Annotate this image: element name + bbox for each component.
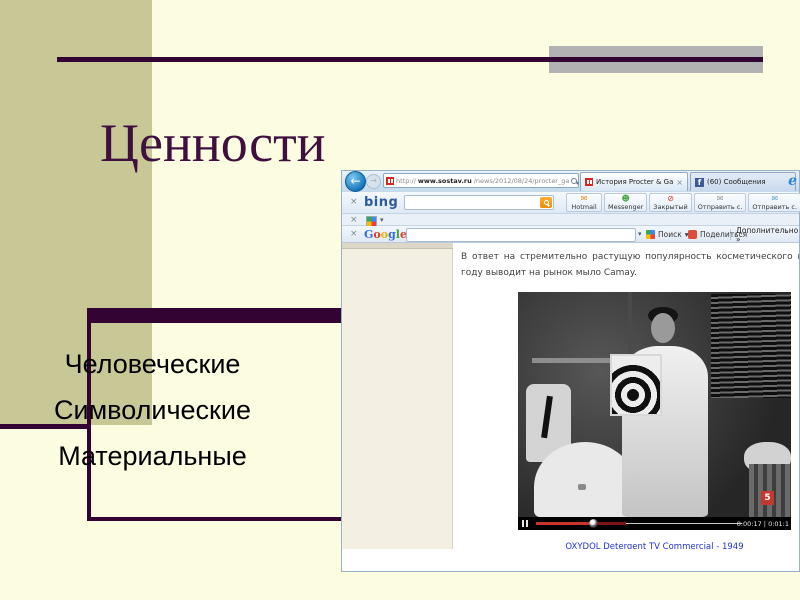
more-label: Дополнительно »: [736, 225, 799, 244]
value-item: Материальные: [58, 441, 247, 471]
window-blinds: [711, 294, 791, 398]
tab-title: (60) Сообщения: [707, 178, 766, 186]
bullseye-rings: [612, 360, 660, 414]
progress-played: [536, 522, 594, 525]
send-alt-icon: ✉: [771, 193, 779, 203]
article-area: В ответ на стремительно растущую популяр…: [454, 243, 799, 549]
video-controls: 0:00:17 | 0:01:1: [518, 517, 791, 530]
close-toolbar-icon[interactable]: ×: [350, 230, 358, 239]
back-button[interactable]: ←: [345, 171, 366, 192]
ie-logo-icon: e: [788, 173, 797, 189]
hotmail-button[interactable]: ✉ Hotmail: [566, 193, 602, 212]
page-sidebar: [342, 243, 453, 549]
google-g-icon: [646, 230, 655, 239]
facebook-icon: f: [695, 177, 704, 187]
video-time: 0:00:17 | 0:01:1: [736, 520, 789, 528]
progress-track[interactable]: [626, 523, 742, 524]
blocked-icon: ⊘: [667, 193, 674, 203]
chevron-down-icon[interactable]: ▾: [638, 230, 642, 238]
video-player[interactable]: 5 0:00:17 | 0:01:1: [518, 292, 791, 530]
forward-button[interactable]: →: [366, 174, 381, 189]
washing-machine: [534, 442, 636, 517]
paragraph-line: году выводит на рынок мыло Camay.: [461, 268, 637, 278]
values-list: Человеческие Символические Материальные: [10, 341, 295, 479]
bing-search-input[interactable]: [404, 195, 554, 210]
paragraph-line: В ответ на стремительно растущую популяр…: [461, 252, 799, 262]
button-label: Hotmail: [571, 202, 597, 211]
share-icon: [688, 230, 697, 239]
search-icon: [543, 200, 549, 205]
button-label: Messenger: [608, 202, 644, 211]
sostav-favicon: [386, 176, 394, 185]
video-caption-row: OXYDOL Detergent TV Commercial - 1949: [518, 534, 791, 549]
url-host: www.sostav.ru: [417, 176, 472, 185]
sidebar-header-strip: [342, 243, 453, 249]
addon-toolbar: × ▾: [342, 214, 799, 227]
video-frame: 5: [518, 292, 791, 517]
value-item: Человеческие: [64, 349, 241, 379]
messenger-icon: ☻: [621, 193, 630, 203]
google-logo[interactable]: Google: [364, 228, 407, 241]
pause-button[interactable]: [522, 520, 530, 527]
search-label: Поиск: [658, 230, 682, 239]
messenger-button[interactable]: ☻ Messenger: [604, 193, 648, 212]
button-label: Закрытый: [653, 202, 688, 211]
bing-toolbar: × bing ✉ Hotmail ☻ Messenger ⊘ Закрытый ✉ Отпра…: [342, 192, 800, 214]
value-item: Символические: [54, 395, 251, 425]
tab-facebook-messages[interactable]: f (60) Сообщения: [690, 172, 796, 191]
button-label: Отправить с.: [752, 202, 798, 211]
send-alt-button[interactable]: ✉ Отправить с.: [748, 193, 800, 212]
ie-navigation-bar: ← → http://www.sostav.ru/news/2012/08/24…: [342, 171, 799, 192]
address-bar[interactable]: http://www.sostav.ru/news/2012/08/24/pro…: [383, 173, 602, 188]
presentation-slide: Ценности Человеческие Символические Матери…: [0, 0, 800, 600]
chevron-down-icon[interactable]: ▾: [380, 216, 384, 224]
hotmail-icon: ✉: [580, 193, 588, 203]
more-options-button[interactable]: Дополнительно »: [736, 225, 799, 244]
video-caption-link[interactable]: OXYDOL Detergent TV Commercial - 1949: [565, 542, 743, 549]
close-icon[interactable]: ×: [676, 178, 683, 187]
browser-screenshot: ← → http://www.sostav.ru/news/2012/08/24…: [341, 170, 800, 572]
progress-handle[interactable]: [589, 519, 598, 528]
article-paragraph: В ответ на стремительно растущую популяр…: [461, 249, 799, 281]
url-path: /news/2012/08/24/procter_ga: [473, 176, 570, 185]
google-search-button[interactable]: Поиск ▾: [646, 228, 689, 241]
search-icon[interactable]: [571, 177, 578, 184]
webpage-content: В ответ на стремительно растущую популяр…: [342, 243, 799, 549]
bing-toolbar-buttons: ✉ Hotmail ☻ Messenger ⊘ Закрытый ✉ Отправить с.…: [566, 193, 800, 212]
bing-search-button[interactable]: [540, 197, 552, 208]
detergent-box: [610, 354, 662, 416]
send-icon: ✉: [716, 193, 724, 203]
google-search-input[interactable]: [406, 228, 636, 242]
washer-logo: [578, 484, 586, 490]
blocked-button[interactable]: ⊘ Закрытый: [649, 193, 692, 212]
tab-favicon: [585, 178, 593, 186]
slide-title: Ценности: [100, 113, 326, 173]
send-button[interactable]: ✉ Отправить с.: [693, 193, 747, 212]
notification-badge: 5: [761, 491, 774, 505]
google-toolbar: × Google ▾ Поиск ▾ Поделиться Дополнител…: [342, 225, 799, 244]
woman-head: [651, 313, 675, 343]
button-label: Отправить с.: [697, 202, 743, 211]
url-scheme: http://: [396, 176, 416, 185]
close-toolbar-icon[interactable]: ×: [350, 216, 358, 225]
tab-title: История Procter & Gamble: [596, 178, 674, 186]
top-divider-line: [57, 57, 763, 62]
tab-procter-gamble[interactable]: История Procter & Gamble ×: [580, 172, 688, 191]
close-toolbar-icon[interactable]: ×: [350, 198, 358, 207]
bing-logo[interactable]: bing: [364, 195, 398, 210]
